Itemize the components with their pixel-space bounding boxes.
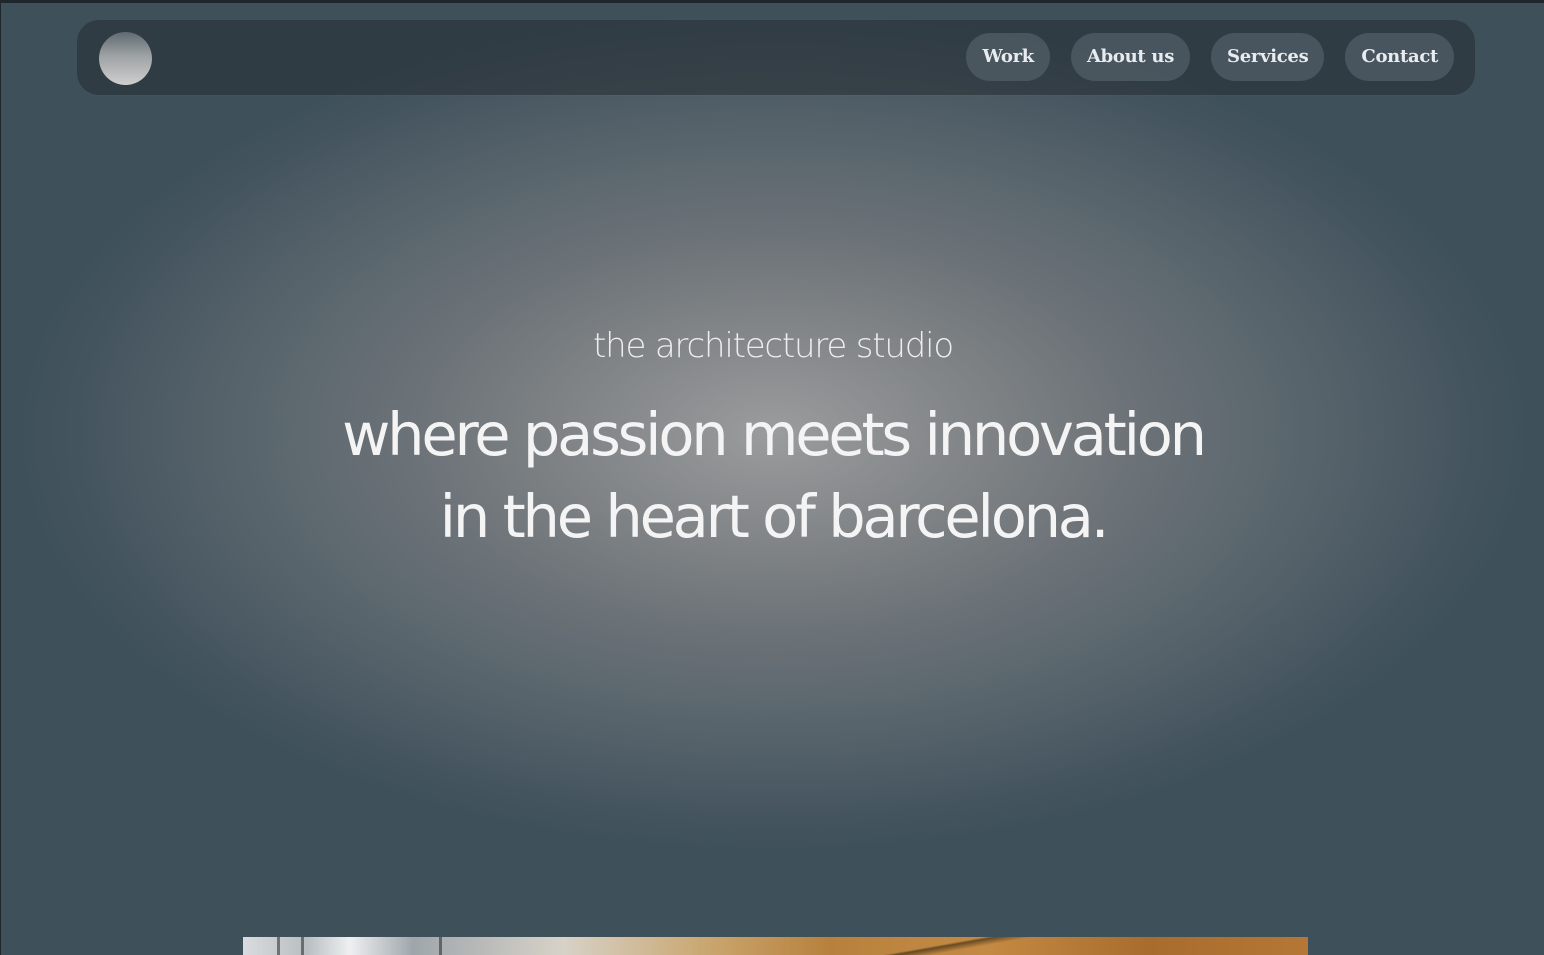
project-preview-image[interactable] [243, 937, 1308, 955]
nav-item-work[interactable]: Work [966, 33, 1050, 81]
nav-item-services[interactable]: Services [1211, 33, 1325, 81]
preview-image-detail [439, 937, 442, 955]
hero-headline-line-2: in the heart of barcelona. [439, 482, 1110, 551]
logo[interactable] [99, 32, 152, 85]
hero-headline-line-1: where passion meets innovation [342, 400, 1207, 469]
page: Work About us Services Contact the archi… [0, 0, 1544, 955]
preview-image-detail [277, 937, 280, 955]
nav-links: Work About us Services Contact [966, 33, 1454, 81]
nav-item-about-us[interactable]: About us [1070, 33, 1191, 81]
hero-headline: where passion meets innovation in the he… [1, 394, 1544, 558]
nav-item-contact[interactable]: Contact [1345, 33, 1454, 81]
preview-image-detail [301, 937, 304, 955]
hero: the architecture studio where passion me… [1, 318, 1544, 558]
hero-eyebrow: the architecture studio [593, 326, 954, 366]
navbar: Work About us Services Contact [77, 20, 1475, 95]
